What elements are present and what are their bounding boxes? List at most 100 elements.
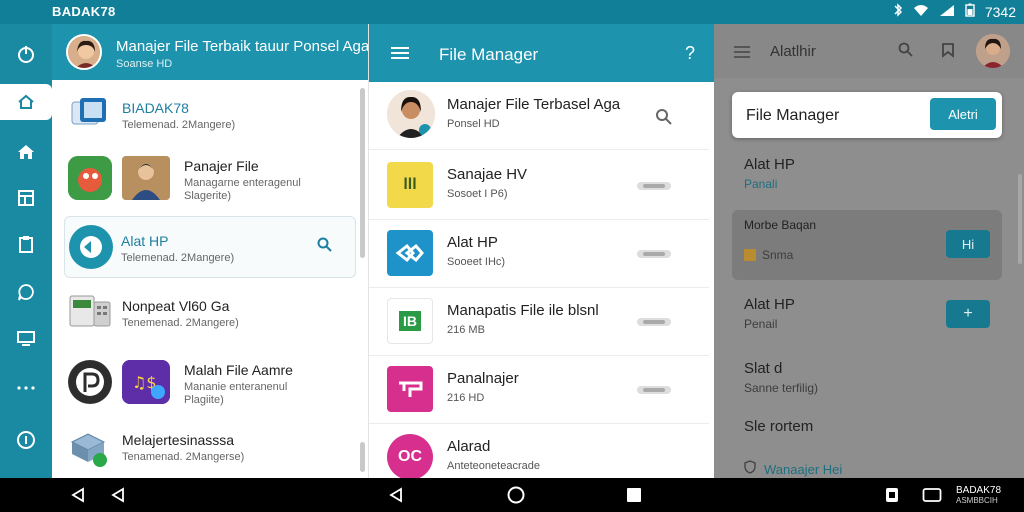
section-sub: Snma <box>762 248 794 262</box>
list-item[interactable]: Melajertesinasssa Tenamenad. 2Mangerse) <box>64 428 356 478</box>
yellow-app-icon: lll <box>387 162 433 208</box>
profile-title: Manajer File Terbasel Aga <box>447 96 621 113</box>
section[interactable]: Alat HP Panali <box>744 156 795 191</box>
list-item-sub: Tenemenad. 2Mangere) <box>122 317 239 329</box>
clipboard-icon[interactable] <box>8 226 44 262</box>
list-item-sub: Mananie enteranenul <box>184 381 288 393</box>
more-icon[interactable] <box>8 370 44 406</box>
file-manager-panel: File Manager ? Manajer File Terbasel Aga… <box>368 24 714 478</box>
gallery-app-icon <box>70 96 108 130</box>
file-row-title: Alat HP <box>447 234 498 251</box>
home-outline-icon[interactable] <box>0 84 52 120</box>
wifi-icon <box>913 4 929 20</box>
monitor-icon[interactable] <box>8 320 44 356</box>
section-sub: Panali <box>744 177 778 191</box>
scrollbar[interactable] <box>1018 174 1022 264</box>
toggle-indicator[interactable] <box>637 386 671 394</box>
add-button[interactable]: + <box>946 300 990 328</box>
left-drawer-subtitle: Soanse HD <box>116 58 173 70</box>
avatar[interactable] <box>976 34 1010 68</box>
toggle-indicator[interactable] <box>637 182 671 190</box>
search-card-text: File Manager <box>746 107 840 124</box>
power-icon[interactable] <box>8 36 44 72</box>
notification-icon[interactable] <box>880 483 904 507</box>
calculator-app-icon <box>68 294 112 330</box>
section[interactable]: Wanaajer Hei <box>744 460 842 478</box>
help-button[interactable]: ? <box>685 43 695 64</box>
file-row-title: Alarad <box>447 438 491 455</box>
list-item-selected[interactable]: Alat HP Telemenad. 2Mangere) <box>64 216 356 278</box>
toggle-indicator[interactable] <box>637 250 671 258</box>
scrollbar-lower[interactable] <box>360 442 365 472</box>
page-title: File Manager <box>439 45 539 64</box>
home-icon[interactable] <box>8 134 44 170</box>
search-icon[interactable] <box>898 42 914 63</box>
file-row-title: Sanajae HV <box>447 166 528 183</box>
person-app-icon <box>122 156 170 200</box>
battery-icon <box>965 3 975 20</box>
section-button[interactable]: Hi <box>946 230 990 258</box>
scrollbar[interactable] <box>360 88 365 258</box>
nav-brand-line1: BADAK78 <box>956 485 1002 496</box>
info-icon[interactable] <box>8 422 44 458</box>
back-icon[interactable] <box>66 483 90 507</box>
right-panel-title: Alatlhir <box>770 43 816 60</box>
left-drawer-header: Manajer File Terbaik tauur Ponsel Aga So… <box>52 24 368 80</box>
search-icon[interactable] <box>317 237 333 258</box>
file-row[interactable]: OC Alarad Anteteoneteacrade <box>369 424 709 478</box>
list-item[interactable]: Nonpeat Vl60 Ga Tenemenad. 2Mangere) <box>64 292 356 348</box>
layout-icon[interactable] <box>8 180 44 216</box>
back-icon-main[interactable] <box>384 483 408 507</box>
home-button-icon[interactable] <box>504 483 528 507</box>
nav-brand: BADAK78 ASMBBCIH <box>956 486 1001 506</box>
right-panel: Alatlhir File Manager Aletri Alat HP Pan… <box>714 24 1024 478</box>
toggle-indicator[interactable] <box>637 318 671 326</box>
green-app-icon: IB <box>387 298 433 344</box>
profile-row[interactable]: Manajer File Terbasel Aga Ponsel HD <box>369 82 709 150</box>
status-time: 7342 <box>984 3 1016 20</box>
file-row-title: Manapatis File ile blsnl <box>447 302 599 319</box>
list-item-sub: Telemenad. 2Mangere) <box>122 119 236 131</box>
search-icon[interactable] <box>655 108 673 131</box>
section[interactable]: Sle rortem <box>744 418 813 435</box>
file-row[interactable]: IB Manapatis File ile blsnl 216 MB <box>369 288 709 356</box>
section[interactable]: Slat d Sanne terfilig) <box>744 360 818 395</box>
recents-icon[interactable] <box>622 483 646 507</box>
back-icon-secondary[interactable] <box>106 483 130 507</box>
list-item[interactable]: Panajer File Managarne enteragenul Slage… <box>64 152 356 212</box>
list-item[interactable]: BIADAK78 Telemenad. 2Mangere) <box>64 94 356 144</box>
left-drawer-title: Manajer File Terbaik tauur Ponsel Aga <box>116 38 368 55</box>
menu-icon[interactable] <box>391 46 409 65</box>
list-item-title: BIADAK78 <box>122 100 189 116</box>
avatar <box>387 90 435 138</box>
list-item-sub2: Plagiite) <box>184 394 224 406</box>
bluetooth-icon <box>893 3 903 20</box>
menu-icon[interactable] <box>734 45 750 63</box>
tools-app-icon <box>69 225 113 269</box>
section[interactable]: Alat HP Penail <box>744 296 795 331</box>
section-title: Alat HP <box>744 156 795 173</box>
search-card[interactable]: File Manager Aletri <box>732 92 1002 138</box>
list-item-sub: Telemenad. 2Mangere) <box>121 252 235 264</box>
file-row[interactable]: Alat HP Sooeet IHc) <box>369 220 709 288</box>
section-title: Slat d <box>744 360 783 377</box>
file-row-sub: 216 HD <box>447 392 485 404</box>
list-item-sub: Tenamenad. 2Mangerse) <box>122 451 245 463</box>
file-row-sub: Anteteoneteacrade <box>447 460 540 472</box>
file-row[interactable]: lll Sanajae HV Sosoet I P6) <box>369 152 709 220</box>
chat-icon[interactable] <box>8 274 44 310</box>
bookmark-icon[interactable] <box>940 42 956 63</box>
circle-app-icon: OC <box>387 434 433 478</box>
card-action-button[interactable]: Aletri <box>930 98 996 130</box>
section[interactable]: Morbe Baqan Snma <box>744 218 816 262</box>
list-item-title: Melajertesinasssa <box>122 432 235 448</box>
section-sub: Sanne terfilig) <box>744 381 819 395</box>
file-row[interactable]: Panalnajer 216 HD <box>369 356 709 424</box>
list-item[interactable]: ♫$ Malah File Aamre Mananie enteranenul … <box>64 358 356 418</box>
section-title: Alat HP <box>744 296 795 313</box>
status-brand: BADAK78 <box>52 4 116 19</box>
window-icon[interactable] <box>920 483 944 507</box>
avatar[interactable] <box>66 34 102 70</box>
section-title: Wanaajer Hei <box>764 462 843 477</box>
signal-icon <box>939 4 955 20</box>
